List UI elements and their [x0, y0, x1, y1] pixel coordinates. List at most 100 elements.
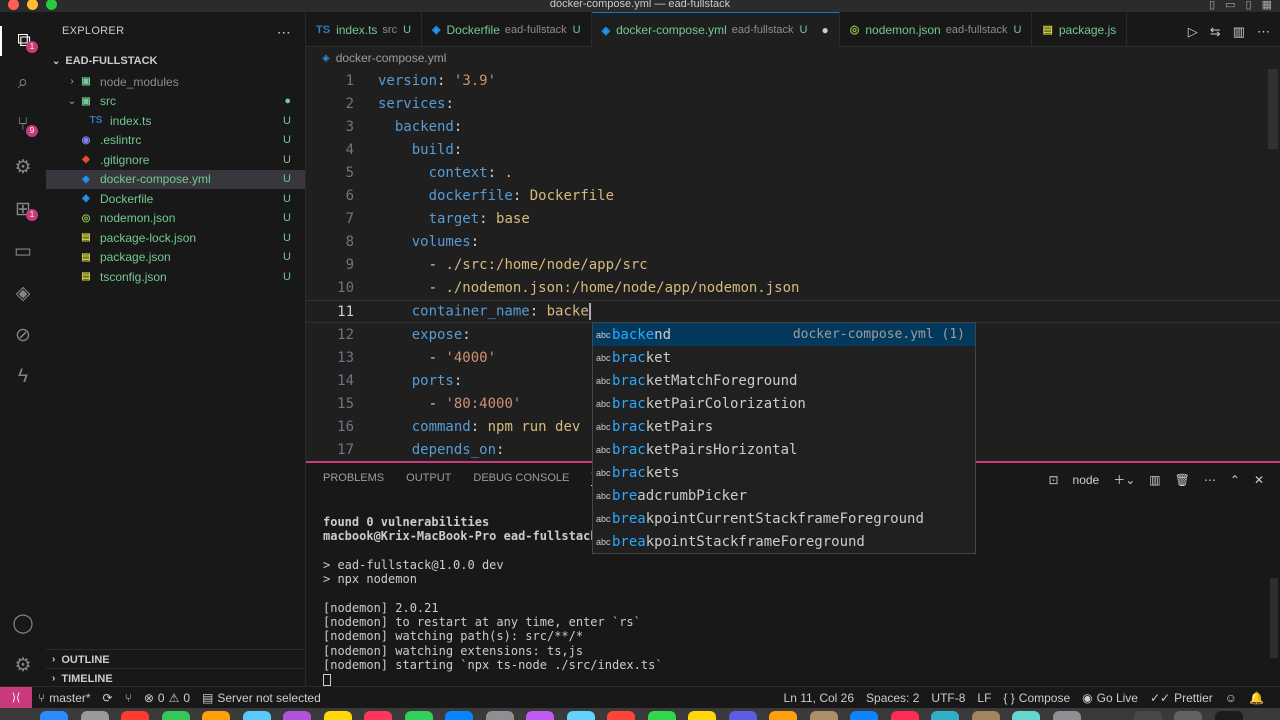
cursor-position[interactable]: Ln 11, Col 26	[778, 691, 861, 705]
dock-app-icon[interactable]	[728, 711, 757, 720]
suggestion-item[interactable]: abc bracketPairsHorizontal	[593, 438, 975, 461]
file-tree-item[interactable]: › ▣ node_modules	[46, 72, 305, 92]
dock-app-icon[interactable]	[566, 711, 595, 720]
customize-layout-icon[interactable]: ▦	[1262, 0, 1272, 11]
code-line[interactable]: 4 build:	[306, 138, 1280, 161]
code-line[interactable]: 10 - ./nodemon.json:/home/node/app/nodemo…	[306, 277, 1280, 300]
remote-indicator-icon[interactable]: ⟩⟨	[0, 686, 32, 709]
dock-app-icon[interactable]	[242, 711, 271, 720]
suggestion-item[interactable]: abc backend docker-compose.yml (1)	[593, 323, 975, 346]
file-tree-item[interactable]: ◈ docker-compose.yml U	[46, 169, 305, 189]
run-debug-icon[interactable]: ⚙	[0, 152, 46, 182]
code-line[interactable]: 1 version: '3.9'	[306, 69, 1280, 92]
dock-app-icon[interactable]	[1093, 711, 1121, 720]
run-icon[interactable]: ▷	[1188, 24, 1198, 40]
suggestion-item[interactable]: abc bracketMatchForeground	[593, 369, 975, 392]
dock-app-icon[interactable]	[485, 711, 514, 720]
split-editor-icon[interactable]: ▥	[1233, 24, 1245, 40]
dock-app-icon[interactable]	[607, 711, 635, 720]
split-terminal-icon[interactable]: ▥	[1149, 473, 1160, 487]
dock-app-icon[interactable]	[202, 711, 230, 720]
editor-tab[interactable]: TS index.ts src U	[306, 12, 423, 47]
dock-app-icon[interactable]	[931, 711, 959, 720]
code-line[interactable]: 8 volumes:	[306, 231, 1280, 254]
close-panel-icon[interactable]: ✕	[1254, 473, 1264, 487]
editor-tab[interactable]: ◎ nodemon.json ead-fullstack U	[840, 12, 1033, 47]
more-actions-icon[interactable]: ⋯	[277, 24, 291, 41]
editor-tab[interactable]: ▤ package.js	[1032, 12, 1128, 47]
dock-app-icon[interactable]	[647, 711, 676, 720]
compare-icon[interactable]: ⇆	[1210, 24, 1221, 40]
workspace-root[interactable]: ⌄ EAD-FULLSTACK	[46, 50, 305, 72]
code-line[interactable]: 9 - ./src:/home/node/app/src	[306, 254, 1280, 277]
dock-app-icon[interactable]	[80, 711, 109, 720]
suggestion-item[interactable]: abc bracketPairColorization	[593, 392, 975, 415]
dock-app-icon[interactable]	[445, 711, 473, 720]
panel-tab-problems[interactable]: PROBLEMS	[323, 472, 384, 484]
notifications-icon[interactable]: 🔔	[1243, 691, 1270, 705]
explorer-icon[interactable]: ⧉ 1	[0, 26, 46, 56]
dock-app-icon[interactable]	[809, 711, 838, 720]
dock-app-icon[interactable]	[1052, 711, 1081, 720]
new-terminal-icon[interactable]: ＋⌄	[1113, 471, 1135, 488]
sync-icon[interactable]: ⟳	[97, 691, 119, 705]
code-line[interactable]: 6 dockerfile: Dockerfile	[306, 185, 1280, 208]
dock-app-icon[interactable]	[323, 711, 352, 720]
toggle-sidebar-icon[interactable]: ▯	[1209, 0, 1215, 11]
toggle-secondary-sidebar-icon[interactable]: ▯	[1246, 0, 1252, 11]
dock-app-icon[interactable]	[526, 711, 554, 720]
code-line[interactable]: 11 container_name: backe	[306, 300, 1280, 323]
dock-app-icon[interactable]	[971, 711, 1000, 720]
file-tree-item[interactable]: ▤ tsconfig.json U	[46, 267, 305, 287]
more-actions-icon[interactable]: ⋯	[1204, 473, 1216, 487]
dock-app-icon[interactable]	[688, 711, 716, 720]
outline-section[interactable]: › OUTLINE	[46, 649, 306, 669]
prettier-status[interactable]: ✓✓ Prettier	[1144, 691, 1219, 705]
server-status[interactable]: ▤ Server not selected	[196, 691, 327, 705]
suggestion-item[interactable]: abc breakpointStackframeForeground	[593, 530, 975, 553]
suggestion-item[interactable]: abc bracket	[593, 346, 975, 369]
unsaved-dot-icon[interactable]: ●	[821, 23, 828, 37]
dock-app-icon[interactable]	[40, 711, 68, 720]
account-icon[interactable]: ◯	[0, 608, 46, 638]
dock-app-icon[interactable]	[404, 711, 433, 720]
code-line[interactable]: 2 services:	[306, 92, 1280, 115]
code-line[interactable]: 3 backend:	[306, 115, 1280, 138]
search-icon[interactable]: ⌕	[0, 68, 46, 98]
file-tree-item[interactable]: ⌄ ▣ src ●	[46, 92, 305, 112]
suggestion-item[interactable]: abc bracketPairs	[593, 415, 975, 438]
dock-app-icon[interactable]	[121, 711, 149, 720]
thunder-client-icon[interactable]: ϟ	[0, 362, 46, 392]
go-live-button[interactable]: ◉ Go Live	[1076, 691, 1144, 705]
indentation[interactable]: Spaces: 2	[860, 691, 925, 705]
more-actions-icon[interactable]: ⋯	[1257, 24, 1270, 40]
docker-icon[interactable]: ◈	[0, 278, 46, 308]
dock-app-icon[interactable]	[1133, 711, 1162, 720]
problems-indicator[interactable]: ⊗ 0 ⚠ 0	[138, 691, 196, 705]
manage-gear-icon[interactable]: ⚙	[0, 650, 46, 680]
git-graph-icon[interactable]: ⊘	[0, 320, 46, 350]
terminal-scrollbar[interactable]	[1270, 578, 1278, 658]
code-line[interactable]: 5 context: .	[306, 161, 1280, 184]
terminal-name[interactable]: node	[1073, 473, 1100, 487]
dock-app-icon[interactable]	[1174, 711, 1202, 720]
suggestion-item[interactable]: abc brackets	[593, 461, 975, 484]
language-mode[interactable]: { } Compose	[997, 691, 1076, 705]
panel-tab-output[interactable]: OUTPUT	[406, 472, 451, 484]
breadcrumb-file[interactable]: docker-compose.yml	[336, 51, 447, 65]
maximize-panel-icon[interactable]: ⌃	[1230, 473, 1240, 487]
kill-terminal-icon[interactable]: 🗑	[1175, 473, 1190, 487]
file-tree-item[interactable]: TS index.ts U	[46, 111, 305, 131]
remote-explorer-icon[interactable]: ▭	[0, 236, 46, 266]
feedback-icon[interactable]: ☺	[1219, 691, 1243, 705]
file-tree-item[interactable]: ◈ Dockerfile U	[46, 189, 305, 209]
dock-app-icon[interactable]	[850, 711, 878, 720]
git-graph-icon[interactable]: ⑂	[119, 691, 138, 705]
breadcrumb[interactable]: ◈ docker-compose.yml	[306, 47, 1280, 69]
timeline-section[interactable]: › TIMELINE	[46, 668, 306, 688]
file-tree-item[interactable]: ◆ .gitignore U	[46, 150, 305, 170]
suggestion-item[interactable]: abc breakpointCurrentStackframeForeground	[593, 507, 975, 530]
panel-tab-debug-console[interactable]: DEBUG CONSOLE	[473, 472, 569, 484]
file-tree-item[interactable]: ▤ package-lock.json U	[46, 228, 305, 248]
file-tree-item[interactable]: ◎ nodemon.json U	[46, 209, 305, 229]
